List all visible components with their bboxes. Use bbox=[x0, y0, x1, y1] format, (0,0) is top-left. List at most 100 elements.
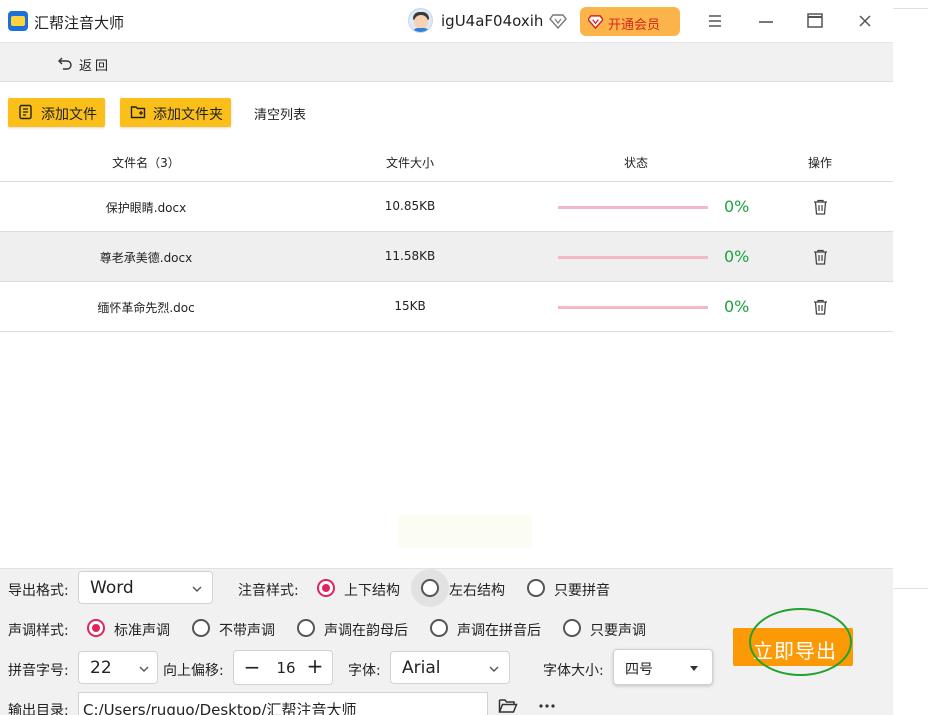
add-folder-label: 添加文件夹 bbox=[153, 107, 223, 123]
minimize-icon bbox=[759, 21, 773, 23]
output-dir-label: 输出目录: bbox=[8, 703, 69, 715]
radio-label[interactable]: 左右结构 bbox=[449, 580, 505, 600]
caret-down-icon bbox=[690, 666, 698, 671]
font-size-value: 四号 bbox=[625, 662, 653, 678]
header-name: 文件名（3） bbox=[112, 156, 180, 170]
file-size: 15KB bbox=[394, 299, 426, 313]
font-size-select[interactable]: 四号 bbox=[613, 649, 713, 685]
file-name: 保护眼睛.docx bbox=[105, 201, 187, 215]
radio-label[interactable]: 上下结构 bbox=[344, 580, 400, 600]
pinyin-size-label: 拼音字号: bbox=[8, 663, 69, 679]
output-dir-value: C:/Users/ruguo/Desktop/汇帮注音大师 bbox=[83, 701, 357, 715]
folder-open-icon[interactable] bbox=[498, 697, 518, 715]
maximize-icon bbox=[807, 13, 823, 28]
back-button[interactable]: 返回 bbox=[79, 55, 111, 74]
add-folder-button[interactable]: 添加文件夹 bbox=[120, 98, 231, 127]
radio-label[interactable]: 标准声调 bbox=[114, 620, 170, 640]
tone-style-label: 声调样式: bbox=[8, 623, 69, 639]
app-logo-icon bbox=[8, 11, 28, 31]
progress-bar bbox=[558, 256, 708, 259]
add-file-label: 添加文件 bbox=[41, 107, 97, 123]
radio-label[interactable]: 只要声调 bbox=[590, 620, 646, 640]
font-value: Arial bbox=[402, 658, 441, 678]
pinyin-size-select[interactable]: 22 bbox=[78, 651, 158, 684]
highlight-ring bbox=[749, 608, 852, 676]
vip-diamond-icon bbox=[588, 15, 603, 29]
back-arrow-icon[interactable] bbox=[57, 55, 73, 71]
radio-tone-only[interactable] bbox=[563, 619, 581, 637]
header-status: 状态 bbox=[623, 156, 648, 170]
export-format-select[interactable]: Word bbox=[78, 571, 213, 604]
title-bar: 汇帮注音大师 igU4aF04oxih 开通会员 bbox=[0, 0, 893, 42]
table-row[interactable]: 尊老承美德.docx 11.58KB 0% bbox=[0, 232, 893, 282]
app-title: 汇帮注音大师 bbox=[34, 14, 125, 32]
diamond-icon bbox=[549, 14, 567, 30]
chevron-down-icon bbox=[192, 586, 202, 592]
radio-tone-after-final[interactable] bbox=[297, 619, 315, 637]
add-file-button[interactable]: 添加文件 bbox=[8, 98, 105, 127]
increment-button[interactable]: + bbox=[305, 654, 325, 678]
radio-label[interactable]: 不带声调 bbox=[219, 620, 275, 640]
faded-overlay bbox=[398, 515, 532, 548]
offset-value[interactable]: 16 bbox=[274, 659, 298, 677]
trash-icon[interactable] bbox=[813, 249, 828, 265]
output-dir-field[interactable]: C:/Users/ruguo/Desktop/汇帮注音大师 bbox=[78, 692, 488, 715]
vip-label: 开通会员 bbox=[608, 18, 661, 33]
nav-bar: 返回 bbox=[0, 42, 893, 82]
app-window: 汇帮注音大师 igU4aF04oxih 开通会员 返回 添加文件 添加文件夹 清… bbox=[0, 0, 893, 715]
file-size: 11.58KB bbox=[384, 249, 436, 263]
chevron-down-icon bbox=[139, 666, 149, 672]
add-file-icon bbox=[19, 104, 32, 120]
background-window-edge bbox=[893, 0, 928, 715]
file-name: 缅怀革命先烈.doc bbox=[97, 301, 195, 315]
clear-list-button[interactable]: 清空列表 bbox=[254, 104, 306, 123]
user-avatar[interactable] bbox=[408, 8, 433, 33]
chevron-down-icon bbox=[489, 666, 499, 672]
radio-annotation-left-right[interactable] bbox=[421, 579, 439, 597]
radio-label[interactable]: 只要拼音 bbox=[554, 580, 610, 600]
trash-icon[interactable] bbox=[813, 199, 828, 215]
progress-bar bbox=[558, 306, 708, 309]
close-button[interactable] bbox=[853, 9, 877, 33]
close-icon bbox=[859, 15, 871, 27]
font-select[interactable]: Arial bbox=[390, 651, 510, 684]
more-icon[interactable] bbox=[537, 698, 557, 712]
annotation-style-label: 注音样式: bbox=[238, 583, 299, 599]
progress-label: 0% bbox=[724, 297, 750, 316]
font-label: 字体: bbox=[348, 663, 381, 679]
radio-annotation-top-bottom[interactable] bbox=[317, 579, 335, 597]
vip-button[interactable]: 开通会员 bbox=[580, 7, 680, 36]
progress-label: 0% bbox=[724, 197, 750, 216]
progress-label: 0% bbox=[724, 247, 750, 266]
font-size-label: 字体大小: bbox=[543, 663, 604, 679]
menu-button[interactable] bbox=[703, 9, 727, 33]
background-divider bbox=[893, 588, 928, 589]
table-row[interactable]: 保护眼睛.docx 10.85KB 0% bbox=[0, 182, 893, 232]
header-size: 文件大小 bbox=[385, 156, 434, 170]
pinyin-size-value: 22 bbox=[90, 658, 112, 678]
offset-label: 向上偏移: bbox=[163, 663, 224, 679]
radio-label[interactable]: 声调在韵母后 bbox=[324, 620, 408, 640]
username[interactable]: igU4aF04oxih bbox=[441, 12, 543, 30]
table-row[interactable]: 缅怀革命先烈.doc 15KB 0% bbox=[0, 282, 893, 332]
background-divider bbox=[893, 8, 928, 9]
radio-tone-after-pinyin[interactable] bbox=[430, 619, 448, 637]
maximize-button[interactable] bbox=[803, 9, 827, 33]
radio-annotation-pinyin-only[interactable] bbox=[527, 579, 545, 597]
file-table-header: 文件名（3） 文件大小 状态 操作 bbox=[0, 142, 893, 182]
radio-tone-standard[interactable] bbox=[87, 619, 105, 637]
radio-label[interactable]: 声调在拼音后 bbox=[457, 620, 541, 640]
progress-bar bbox=[558, 206, 708, 209]
offset-stepper[interactable]: − 16 + bbox=[233, 650, 333, 685]
menu-icon bbox=[709, 15, 721, 27]
export-format-label: 导出格式: bbox=[8, 583, 69, 599]
add-folder-icon bbox=[130, 106, 146, 119]
radio-tone-none[interactable] bbox=[192, 619, 210, 637]
trash-icon[interactable] bbox=[813, 299, 828, 315]
file-size: 10.85KB bbox=[384, 199, 436, 213]
header-action: 操作 bbox=[807, 156, 832, 170]
minimize-button[interactable] bbox=[754, 9, 778, 33]
export-format-value: Word bbox=[90, 578, 134, 598]
decrement-button[interactable]: − bbox=[242, 655, 262, 679]
file-name: 尊老承美德.docx bbox=[99, 251, 193, 265]
